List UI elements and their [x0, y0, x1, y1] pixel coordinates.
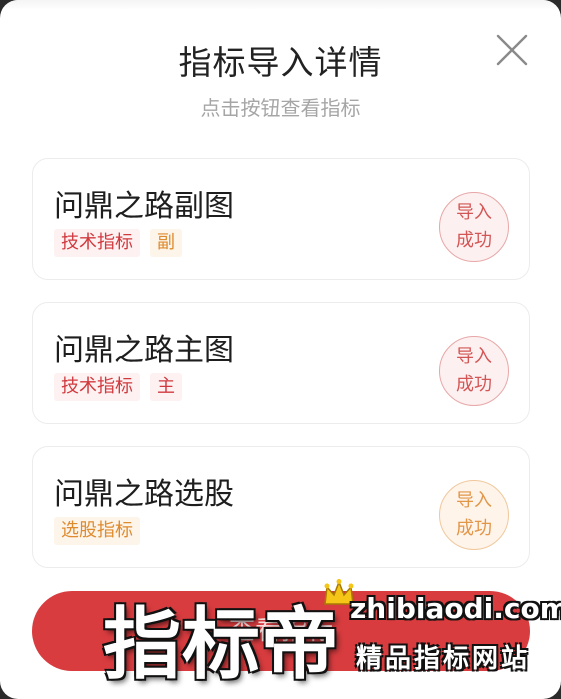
dialog-subtitle: 点击按钮查看指标	[200, 96, 361, 120]
indicator-tags: 技术指标 副	[54, 229, 182, 257]
indicator-tags: 选股指标	[54, 517, 140, 545]
tag-category: 技术指标	[54, 229, 140, 257]
tag-chart-type: 副	[150, 229, 182, 257]
import-detail-dialog: 指标导入详情 点击按钮查看指标 问鼎之路副图 技术指标 副 导入 成功 问鼎之路…	[0, 0, 561, 699]
stamp-line-2: 成功	[456, 374, 492, 395]
indicator-card-main-chart[interactable]: 问鼎之路主图 技术指标 主 导入 成功	[32, 302, 530, 424]
stamp-line-2: 成功	[456, 230, 492, 251]
tag-chart-type: 主	[150, 373, 182, 401]
top-shade	[0, 0, 561, 10]
indicator-name: 问鼎之路选股	[54, 477, 234, 512]
stamp-line-1: 导入	[456, 346, 492, 367]
import-success-stamp: 导入 成功	[439, 336, 509, 406]
view-indicators-button[interactable]: 查看指标	[32, 591, 530, 671]
stamp-line-2: 成功	[456, 518, 492, 539]
indicator-card-stock-picker[interactable]: 问鼎之路选股 选股指标 导入 成功	[32, 446, 530, 568]
stamp-line-1: 导入	[456, 490, 492, 511]
indicator-name: 问鼎之路主图	[54, 333, 234, 368]
indicator-tags: 技术指标 主	[54, 373, 182, 401]
stamp-line-1: 导入	[456, 202, 492, 223]
import-success-stamp: 导入 成功	[439, 480, 509, 550]
close-icon	[496, 34, 528, 66]
indicator-name: 问鼎之路副图	[54, 189, 234, 224]
indicator-card-sub-chart[interactable]: 问鼎之路副图 技术指标 副 导入 成功	[32, 158, 530, 280]
close-button[interactable]	[492, 30, 532, 70]
import-success-stamp: 导入 成功	[439, 192, 509, 262]
tag-category: 技术指标	[54, 373, 140, 401]
tag-category: 选股指标	[54, 517, 140, 545]
dialog-title: 指标导入详情	[178, 43, 383, 82]
